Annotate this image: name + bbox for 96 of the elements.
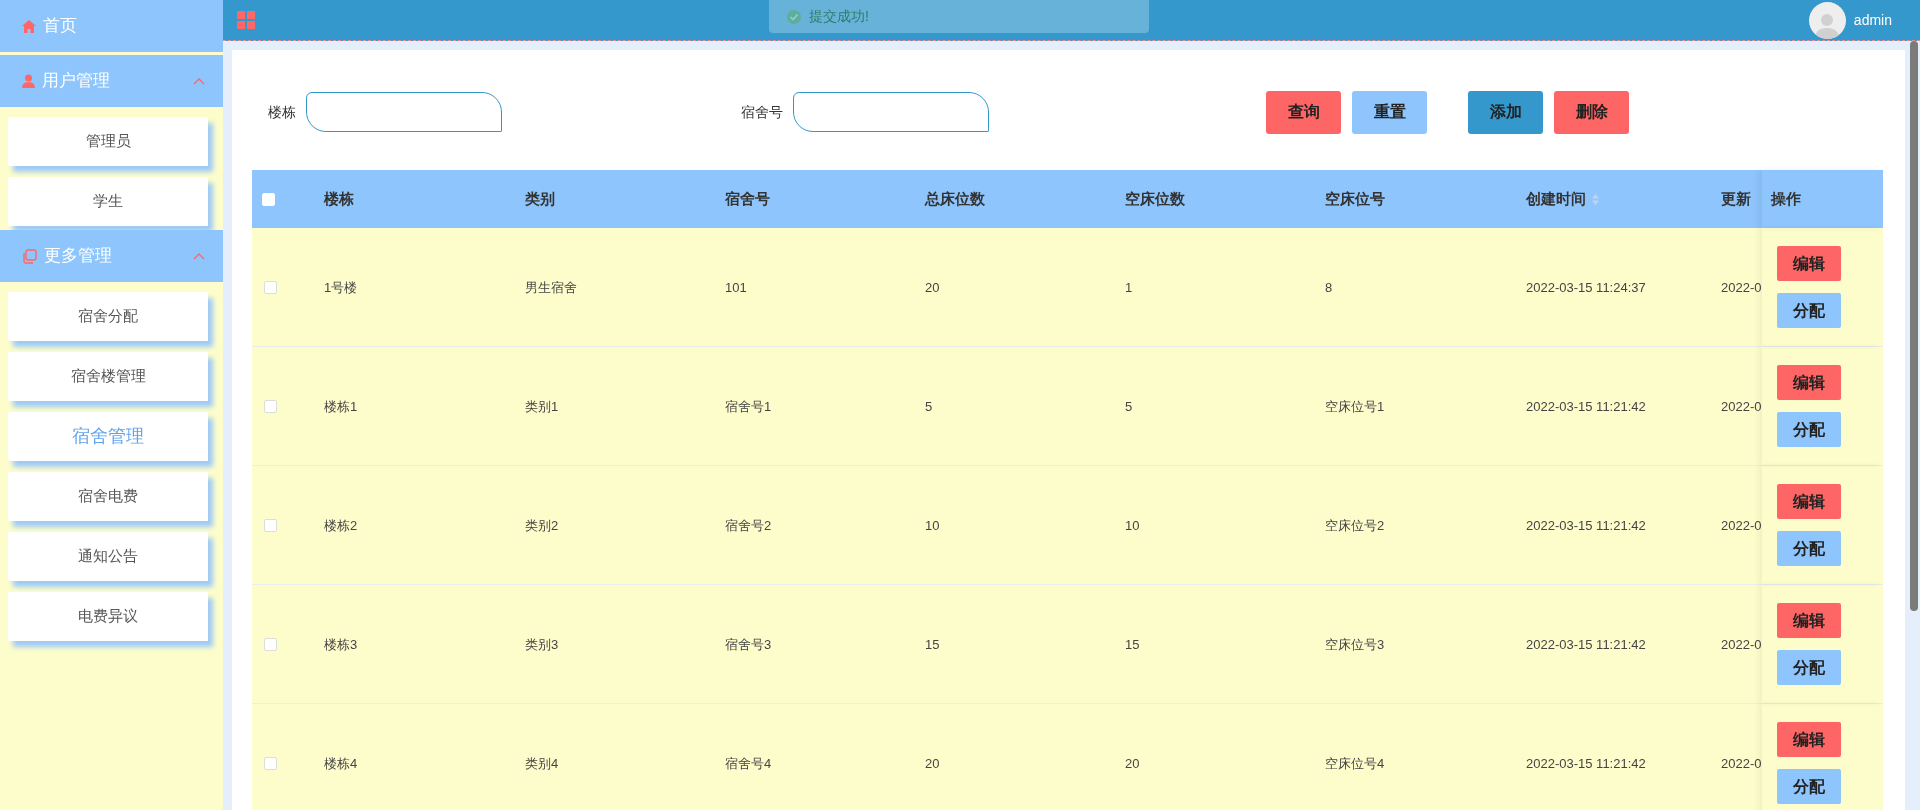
table-cell: 10 (925, 518, 940, 533)
table-row[interactable]: 楼栋2 类别2 宿舍号2 10 10 空床位号2 2022-03-15 11:21:42 2022-0 编辑 分配 (252, 466, 1883, 585)
sidebar-item[interactable]: 管理员 (8, 117, 208, 166)
copy-icon (22, 248, 37, 264)
table-cell: 15 (925, 637, 940, 652)
chevron-up-icon[interactable] (193, 77, 205, 85)
table-cell: 空床位号2 (1325, 518, 1385, 533)
user-name: admin (1853, 10, 1892, 30)
table-cell: 2022-03-15 11:21:42 (1526, 756, 1646, 771)
column-header: 空床位数 (1125, 188, 1185, 209)
table-cell: 类别1 (525, 399, 559, 414)
button[interactable]: 分配 (1777, 769, 1841, 804)
table-row[interactable]: 楼栋1 类别1 宿舍号1 5 5 空床位号1 2022-03-15 11:21:42 2022-0 编辑 分配 (252, 347, 1883, 466)
sort-icon[interactable] (1592, 193, 1599, 205)
column-header: 空床位号 (1325, 188, 1385, 209)
column-header: 楼栋 (324, 188, 354, 209)
sidebar-item[interactable]: 通知公告 (8, 532, 208, 581)
button[interactable]: 分配 (1777, 293, 1841, 328)
scrollbar[interactable] (1910, 41, 1918, 611)
table-cell: 5 (925, 399, 933, 414)
button[interactable]: 查询 (1266, 90, 1341, 134)
button[interactable]: 编辑 (1777, 722, 1841, 757)
table-row[interactable]: 楼栋3 类别3 宿舍号3 15 15 空床位号3 2022-03-15 11:21:42 2022-0 编辑 分配 (252, 585, 1883, 704)
column-header: 总床位数 (925, 188, 985, 209)
table-cell: 2022-0 (1721, 637, 1762, 652)
sidebar-item[interactable]: 宿舍分配 (8, 292, 208, 341)
table-cell: 2022-0 (1721, 756, 1762, 771)
avatar[interactable] (1808, 1, 1846, 39)
person-icon (22, 74, 35, 88)
table-cell: 楼栋3 (324, 637, 358, 652)
chevron-up-icon[interactable] (193, 252, 205, 260)
table-cell: 10 (1125, 518, 1140, 533)
table-cell: 类别4 (525, 756, 559, 771)
table-cell: 20 (925, 280, 940, 295)
table-cell: 2022-03-15 11:21:42 (1526, 399, 1646, 414)
table-cell: 类别3 (525, 637, 559, 652)
table-cell: 空床位号1 (1325, 399, 1385, 414)
table-cell: 2022-03-15 11:21:42 (1526, 518, 1646, 533)
table-cell: 楼栋1 (324, 399, 358, 414)
table-cell: 楼栋4 (324, 756, 358, 771)
table-cell: 20 (925, 756, 940, 771)
checkbox[interactable] (264, 637, 277, 651)
table-row[interactable]: 楼栋4 类别4 宿舍号4 20 20 空床位号4 2022-03-15 11:21:42 2022-0 编辑 分配 (252, 704, 1883, 810)
checkbox[interactable] (264, 518, 277, 532)
button[interactable]: 编辑 (1777, 603, 1841, 638)
table-cell: 空床位号3 (1325, 637, 1385, 652)
table-cell: 20 (1125, 756, 1140, 771)
table-cell: 宿舍号1 (725, 399, 772, 414)
table-cell: 1 (1125, 280, 1133, 295)
table-cell: 101 (725, 280, 747, 295)
table-cell: 2022-03-15 11:21:42 (1526, 637, 1646, 652)
table-cell: 类别2 (525, 518, 559, 533)
table-cell: 空床位号4 (1325, 756, 1385, 771)
table-cell: 2022-03-15 11:24:37 (1526, 280, 1646, 295)
table-cell: 2022-0 (1721, 280, 1762, 295)
column-header: 宿舍号 (725, 188, 770, 209)
table-cell: 2022-0 (1721, 399, 1762, 414)
table-row[interactable]: 1号楼 男生宿舍 101 20 1 8 2022-03-15 11:24:37 2022-0 编辑 分配 (252, 228, 1883, 347)
table-cell: 楼栋2 (324, 518, 358, 533)
column-header: 创建时间 (1526, 188, 1586, 209)
table-cell: 宿舍号3 (725, 637, 772, 652)
sidebar-item[interactable]: 学生 (8, 177, 208, 226)
table-cell: 宿舍号2 (725, 518, 772, 533)
button[interactable]: 删除 (1554, 90, 1629, 134)
field-label: 宿舍号 (741, 102, 783, 122)
table-cell: 15 (1125, 637, 1140, 652)
table-cell: 2022-0 (1721, 518, 1762, 533)
table-cell: 宿舍号4 (725, 756, 772, 771)
sidebar-item[interactable]: 电费异议 (8, 592, 208, 641)
check-circle-icon (787, 9, 801, 24)
button[interactable]: 编辑 (1777, 365, 1841, 400)
button[interactable]: 重置 (1352, 90, 1427, 134)
button[interactable]: 分配 (1777, 531, 1841, 566)
column-header: 更新 (1721, 188, 1751, 209)
button[interactable]: 分配 (1777, 650, 1841, 685)
table-cell: 5 (1125, 399, 1133, 414)
input-field[interactable] (793, 92, 989, 132)
checkbox[interactable] (264, 280, 277, 294)
home-icon (22, 19, 36, 33)
column-header: 类别 (525, 188, 555, 209)
table-cell: 1号楼 (324, 280, 358, 295)
toast-message: 提交成功! (809, 7, 869, 26)
grid-icon[interactable] (237, 11, 255, 29)
button[interactable]: 分配 (1777, 412, 1841, 447)
column-header: 操作 (1771, 188, 1801, 209)
input-field[interactable] (306, 92, 502, 132)
checkbox[interactable] (264, 756, 277, 770)
checkbox[interactable] (264, 399, 277, 413)
sidebar-item[interactable]: 宿舍楼管理 (8, 352, 208, 401)
table-cell: 男生宿舍 (525, 280, 577, 295)
button[interactable]: 添加 (1468, 90, 1543, 134)
sidebar-item[interactable]: 宿舍电费 (8, 472, 208, 521)
button[interactable]: 编辑 (1777, 246, 1841, 281)
table-cell: 8 (1325, 280, 1333, 295)
field-label: 楼栋 (268, 102, 296, 122)
button[interactable]: 编辑 (1777, 484, 1841, 519)
